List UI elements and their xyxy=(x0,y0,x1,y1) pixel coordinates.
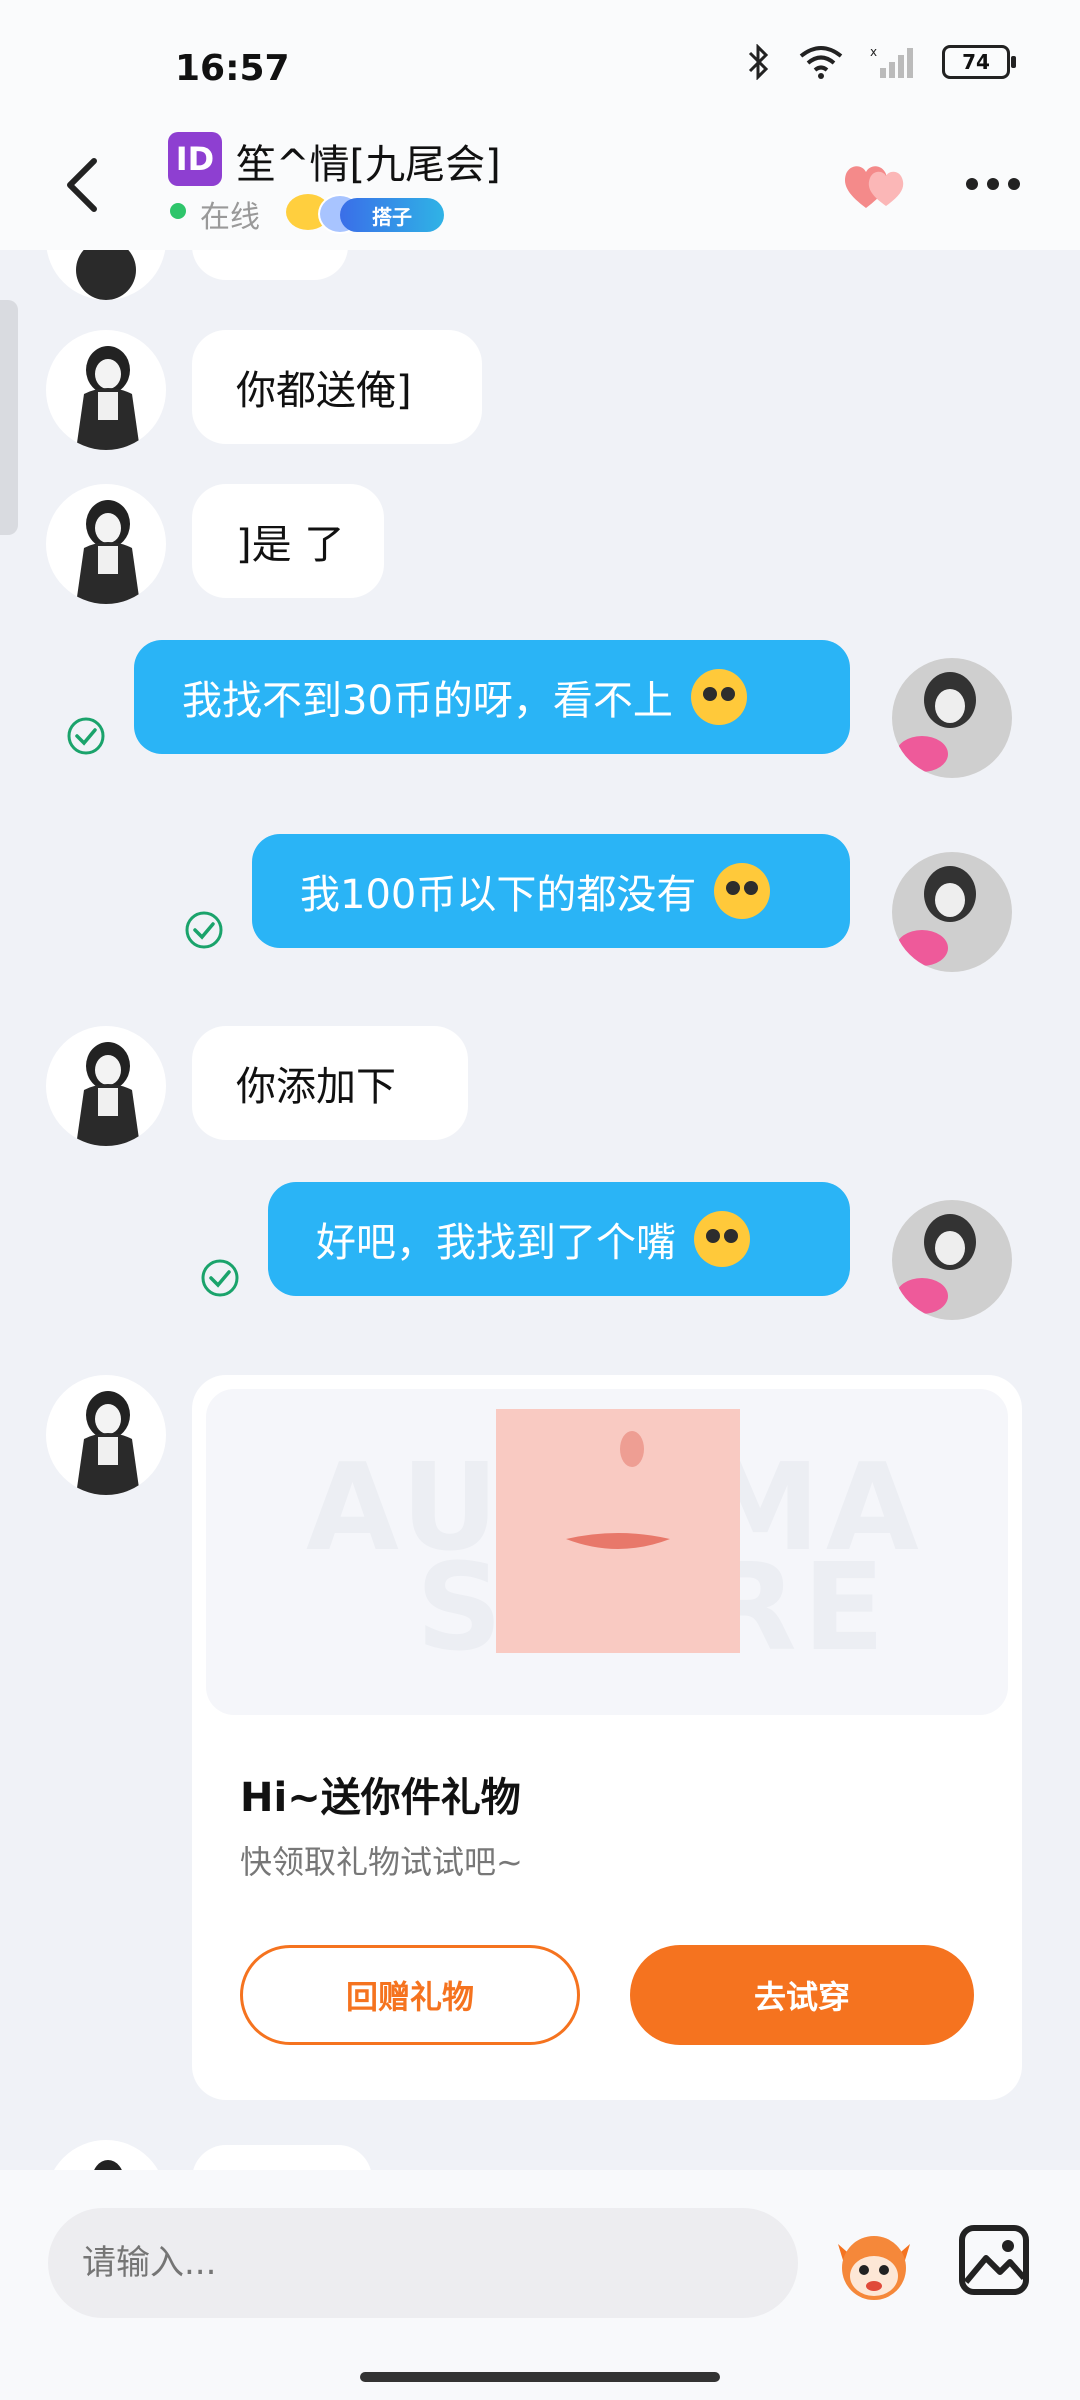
gift-card-subtitle: 快领取礼物试试吧~ xyxy=(240,1843,523,1881)
id-badge: ID xyxy=(168,132,222,186)
dot-icon xyxy=(987,178,999,190)
message-bubble-sent: 好吧，我找到了个嘴 xyxy=(268,1182,850,1296)
gift-image xyxy=(496,1409,740,1653)
message-input-bar xyxy=(0,2170,1080,2400)
smile-emoji-icon xyxy=(690,669,747,725)
read-check-icon xyxy=(201,1259,239,1297)
gift-card-title: Hi~送你件礼物 xyxy=(240,1775,521,1821)
status-icons: x 74 xyxy=(746,44,1016,80)
relationship-tag[interactable]: 搭子 xyxy=(340,198,444,232)
chevron-left-icon xyxy=(67,158,97,212)
chat-header: ID 笙^情[九尾会] 在线 搭子 xyxy=(0,120,1080,250)
message-input[interactable] xyxy=(48,2208,798,2318)
message-text: 好吧，我找到了个嘴 xyxy=(316,1220,676,1266)
image-picker-icon[interactable] xyxy=(956,2222,1032,2298)
more-options-button[interactable] xyxy=(966,178,1020,190)
my-avatar[interactable] xyxy=(892,1200,1012,1320)
smile-emoji-icon xyxy=(694,1211,750,1267)
home-indicator[interactable] xyxy=(360,2372,720,2382)
status-bar: 16:57 x 74 xyxy=(0,0,1080,120)
return-gift-button[interactable]: 回赠礼物 xyxy=(240,1945,580,2045)
my-avatar[interactable] xyxy=(892,852,1012,972)
contact-avatar[interactable] xyxy=(46,1026,166,1146)
svg-text:x: x xyxy=(870,45,877,59)
read-check-icon xyxy=(67,717,105,755)
signal-icon: x xyxy=(870,45,913,78)
contact-avatar[interactable] xyxy=(46,1375,166,1495)
message-bubble-received: 你都送俺] xyxy=(192,330,482,444)
message-bubble-received: ]是 了 xyxy=(192,484,384,598)
hearts-icon[interactable] xyxy=(840,158,914,212)
my-avatar[interactable] xyxy=(892,658,1012,778)
online-indicator xyxy=(170,203,186,219)
message-text: 我100币以下的都没有 xyxy=(300,872,697,918)
message-bubble-partial xyxy=(192,2145,372,2170)
contact-name[interactable]: 笙^情[九尾会] xyxy=(236,132,501,190)
message-bubble-partial xyxy=(192,250,348,280)
dot-icon xyxy=(966,178,978,190)
message-bubble-sent: 我100币以下的都没有 xyxy=(252,834,850,948)
contact-avatar[interactable] xyxy=(46,484,166,604)
back-button[interactable] xyxy=(52,150,112,220)
scrollbar[interactable] xyxy=(0,300,18,535)
chat-message-list[interactable]: 你都送俺] ]是 了 我找不到30币的呀，看不上 我100币以下的都没有 你添加… xyxy=(0,250,1080,2170)
smile-emoji-icon xyxy=(714,863,771,919)
gift-preview[interactable]: AUTOMA STORE xyxy=(206,1389,1008,1715)
contact-avatar[interactable] xyxy=(46,2140,166,2170)
message-bubble-sent: 我找不到30币的呀，看不上 xyxy=(134,640,850,754)
dot-icon xyxy=(1008,178,1020,190)
message-text: 我找不到30币的呀，看不上 xyxy=(182,678,673,724)
wifi-icon xyxy=(799,46,843,79)
online-status: 在线 xyxy=(200,200,260,235)
contact-avatar[interactable] xyxy=(46,250,166,300)
try-on-button[interactable]: 去试穿 xyxy=(630,1945,974,2045)
battery-indicator: 74 xyxy=(942,45,1016,79)
contact-avatar[interactable] xyxy=(46,330,166,450)
gift-card[interactable]: AUTOMA STORE Hi~送你件礼物 快领取礼物试试吧~ 回赠礼物 去试穿 xyxy=(192,1375,1022,2100)
message-bubble-received: 你添加下 xyxy=(192,1026,468,1140)
status-time: 16:57 xyxy=(175,48,290,89)
bluetooth-icon xyxy=(748,44,769,80)
mascot-sticker-icon[interactable] xyxy=(832,2222,916,2306)
read-check-icon xyxy=(185,911,223,949)
